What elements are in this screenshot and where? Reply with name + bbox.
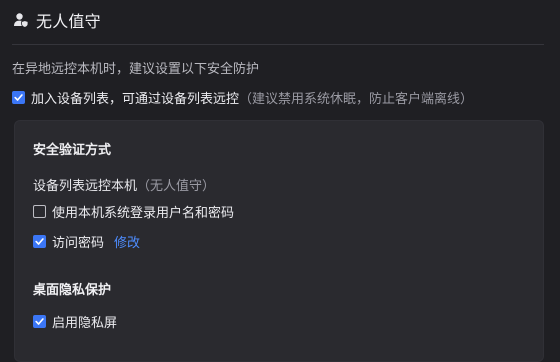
unattended-settings-page: 无人值守 在异地远控本机时，建议设置以下安全防护 加入设备列表，可通过设备列表远… [0,0,560,362]
system-login-label: 使用本机系统登录用户名和密码 [52,206,235,221]
privacy-screen-label: 启用隐私屏 [52,316,118,331]
check-icon [35,238,44,245]
security-panel: 安全验证方式 设备列表远控本机（无人值守） 使用本机系统登录用户名和密码 访问密… [14,120,544,362]
add-device-option[interactable]: 加入设备列表，可通过设备列表远控 （建议禁用系统休眠，防止客户端离线） [12,88,473,107]
access-password-option[interactable]: 访问密码 修改 [33,232,140,251]
security-subtitle-text: 设备列表远控本机 [33,179,138,194]
check-icon [35,318,44,325]
user-shield-icon [12,11,30,29]
access-password-checkbox[interactable] [33,235,46,248]
page-title: 无人值守 [36,12,101,31]
add-device-label: 加入设备列表，可通过设备列表远控 [31,92,240,107]
section-header: 无人值守 [12,8,101,32]
add-device-note: （建议禁用系统休眠，防止客户端离线） [239,92,474,107]
privacy-screen-checkbox[interactable] [33,315,46,328]
header-divider [12,44,544,45]
check-icon [14,94,23,101]
privacy-section-title: 桌面隐私保护 [33,283,112,298]
access-password-label: 访问密码 [52,236,105,251]
modify-password-link[interactable]: 修改 [114,232,140,251]
add-device-checkbox[interactable] [12,91,25,104]
security-section-title: 安全验证方式 [33,143,112,158]
security-hint: 在异地远控本机时，建议设置以下安全防护 [12,62,260,77]
system-login-checkbox[interactable] [33,205,46,218]
security-subtitle-note: （无人值守） [137,179,216,194]
security-subtitle: 设备列表远控本机（无人值守） [33,175,215,194]
privacy-screen-option[interactable]: 启用隐私屏 [33,312,117,331]
system-login-option[interactable]: 使用本机系统登录用户名和密码 [33,202,234,221]
